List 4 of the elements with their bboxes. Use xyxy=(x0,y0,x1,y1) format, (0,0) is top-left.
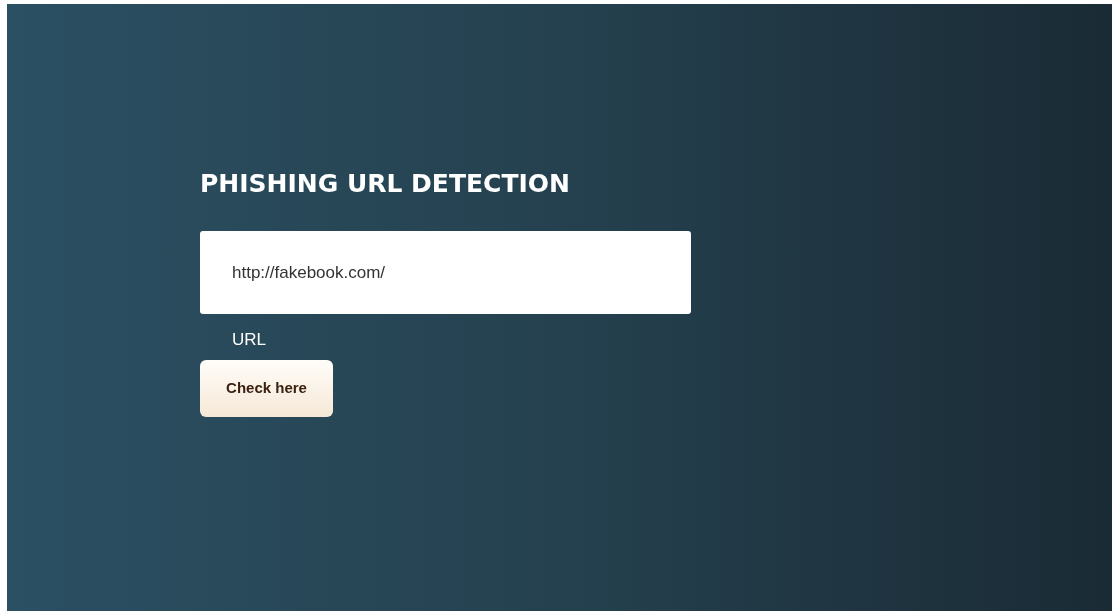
url-input-field[interactable]: http://fakebook.com/ xyxy=(200,231,691,314)
check-button[interactable]: Check here xyxy=(200,360,333,417)
url-label: URL xyxy=(232,330,266,350)
page-title: PHISHING URL DETECTION xyxy=(200,168,570,200)
